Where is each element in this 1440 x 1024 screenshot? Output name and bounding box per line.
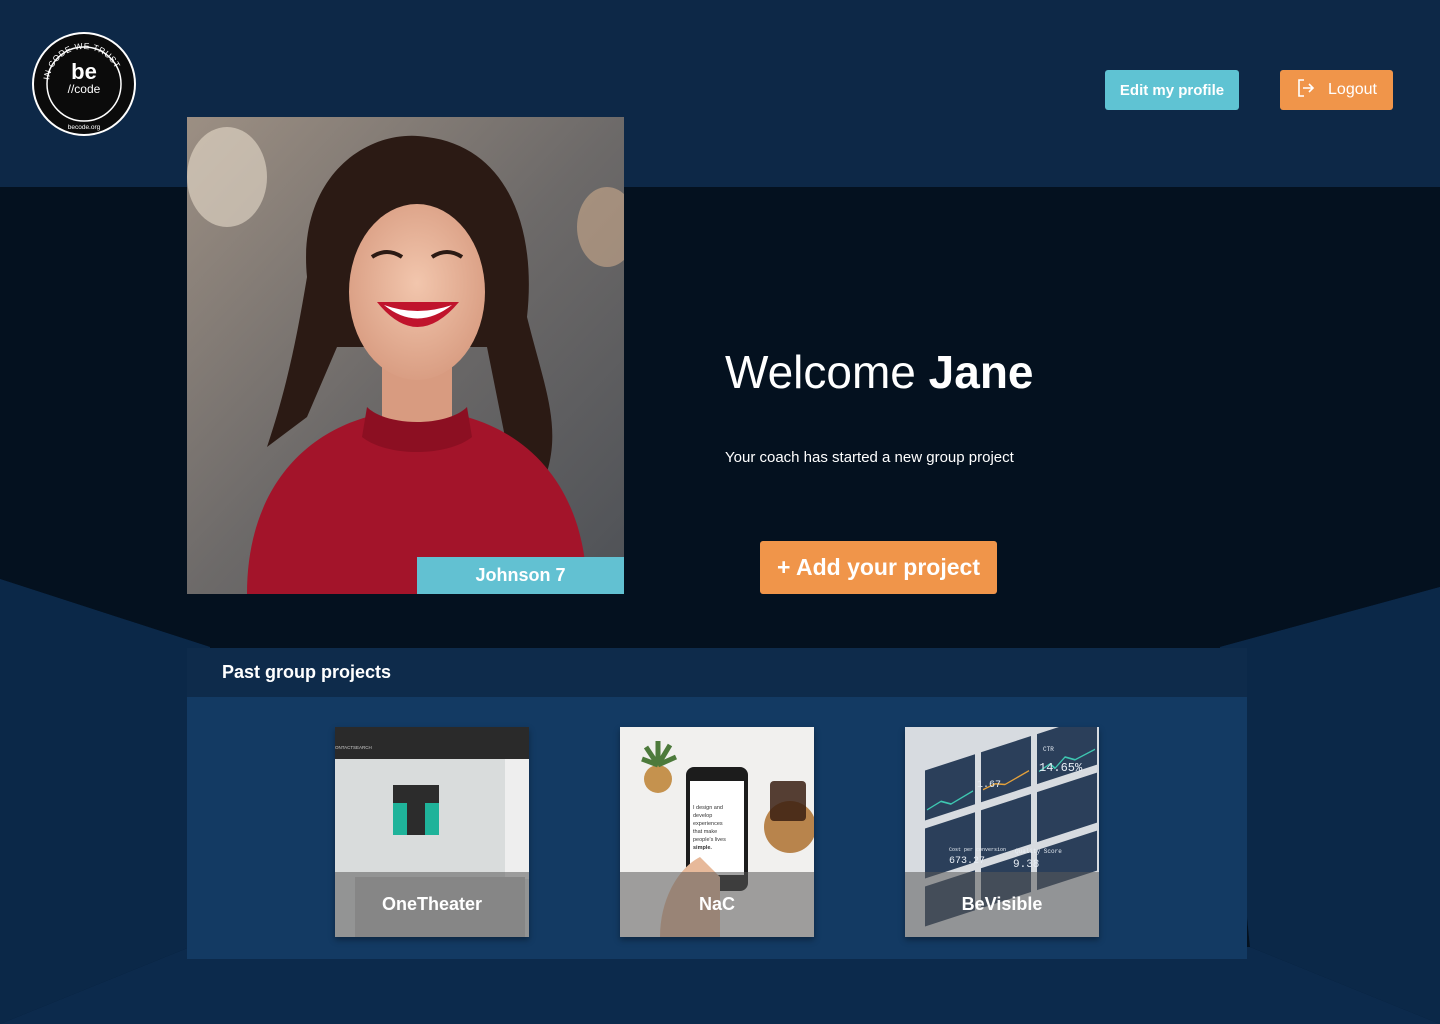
project-name: OneTheater bbox=[335, 872, 529, 937]
welcome-user-name: Jane bbox=[928, 346, 1034, 398]
logout-icon bbox=[1296, 78, 1316, 103]
becode-logo[interactable]: IN CODE WE TRUST be //code becode.org bbox=[31, 31, 137, 137]
svg-text:that make: that make bbox=[693, 829, 717, 835]
svg-text:SEARCH: SEARCH bbox=[353, 745, 372, 750]
cohort-badge: Johnson 7 bbox=[417, 557, 624, 594]
logo-code: //code bbox=[68, 82, 101, 96]
svg-text:673.27: 673.27 bbox=[949, 856, 985, 867]
logout-button[interactable]: Logout bbox=[1280, 70, 1393, 110]
profile-photo: Johnson 7 bbox=[187, 117, 624, 594]
logo-be: be bbox=[71, 59, 97, 84]
svg-text:14.65%: 14.65% bbox=[1039, 761, 1083, 775]
svg-text:9.38: 9.38 bbox=[1013, 859, 1039, 871]
project-name: BeVisible bbox=[905, 872, 1099, 937]
svg-text:develop: develop bbox=[693, 813, 712, 819]
svg-text:I design and: I design and bbox=[693, 805, 723, 811]
add-project-button[interactable]: + Add your project bbox=[760, 541, 997, 594]
svg-text:experiences: experiences bbox=[693, 821, 723, 827]
svg-text:CTR: CTR bbox=[1043, 746, 1054, 753]
project-name: NaC bbox=[620, 872, 814, 937]
project-card-nac[interactable]: I design and develop experiences that ma… bbox=[620, 727, 814, 937]
edit-profile-button[interactable]: Edit my profile bbox=[1105, 70, 1239, 110]
logo-site: becode.org bbox=[68, 124, 101, 131]
welcome-heading: Welcome Jane bbox=[725, 345, 1034, 399]
svg-text:simple.: simple. bbox=[693, 845, 712, 851]
logout-label: Logout bbox=[1328, 81, 1377, 98]
past-projects-title: Past group projects bbox=[187, 648, 1247, 697]
past-projects-panel: Past group projects ONTACT SEARCH OneThe… bbox=[187, 648, 1247, 959]
svg-text:ONTACT: ONTACT bbox=[335, 745, 353, 750]
project-card-bevisible[interactable]: CTR 14.65% 1.67 Cost per conversion 673.… bbox=[905, 727, 1099, 937]
coach-message: Your coach has started a new group proje… bbox=[725, 449, 1014, 466]
welcome-greeting: Welcome bbox=[725, 346, 916, 398]
project-card-onetheater[interactable]: ONTACT SEARCH OneTheater bbox=[335, 727, 529, 937]
svg-text:1.67: 1.67 bbox=[977, 780, 1001, 791]
svg-text:people's lives: people's lives bbox=[693, 837, 726, 843]
svg-text:Cost per conversion: Cost per conversion bbox=[949, 847, 1006, 853]
svg-text:Quality Score: Quality Score bbox=[1015, 848, 1062, 855]
